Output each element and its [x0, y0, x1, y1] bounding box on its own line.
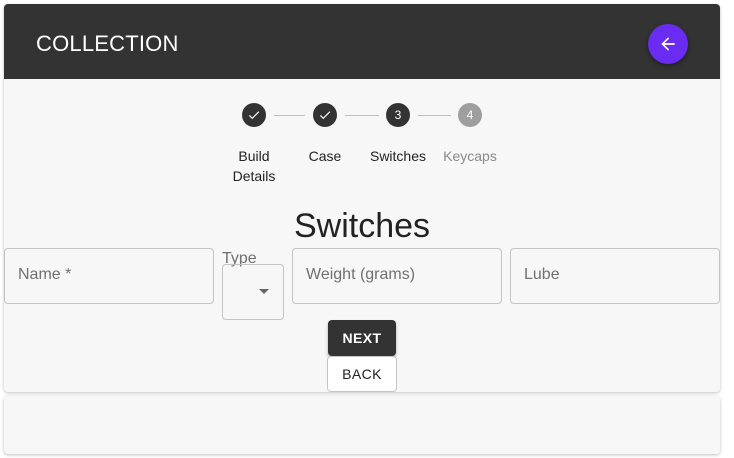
arrow-left-icon: [661, 37, 675, 51]
step-switches-number: 3: [386, 103, 410, 127]
step-case-check-icon: [313, 103, 337, 127]
step-label-case: Case: [308, 148, 342, 164]
step-keycaps-number: 4: [458, 103, 482, 127]
step-connector: [345, 115, 379, 116]
type-select[interactable]: [222, 264, 284, 320]
lube-placeholder: Lube: [524, 266, 560, 283]
dropdown-arrow-icon: [259, 289, 269, 294]
step-build-details-check-icon: [242, 103, 266, 127]
back-step-button[interactable]: BACK: [327, 356, 397, 392]
weight-field[interactable]: Weight (grams): [292, 248, 502, 304]
name-field[interactable]: Name *: [4, 248, 214, 304]
name-placeholder: Name *: [18, 266, 72, 283]
next-button[interactable]: NEXT: [328, 320, 396, 356]
page-title: COLLECTION: [36, 31, 179, 56]
app-bar: COLLECTION: [4, 4, 720, 79]
section-title: Switches: [293, 207, 431, 245]
step-label-switches: Switches: [369, 148, 427, 164]
step-label-keycaps: Keycaps: [443, 148, 497, 164]
form-card: COLLECTION 3 4 Build Details Case Switch…: [4, 4, 720, 392]
lube-field[interactable]: Lube: [510, 248, 720, 304]
secondary-card: [4, 396, 720, 454]
back-button[interactable]: [648, 24, 688, 64]
step-connector: [418, 115, 451, 116]
weight-placeholder: Weight (grams): [306, 266, 416, 283]
step-label-build-details: Build Details: [232, 148, 276, 184]
step-connector: [274, 115, 305, 116]
